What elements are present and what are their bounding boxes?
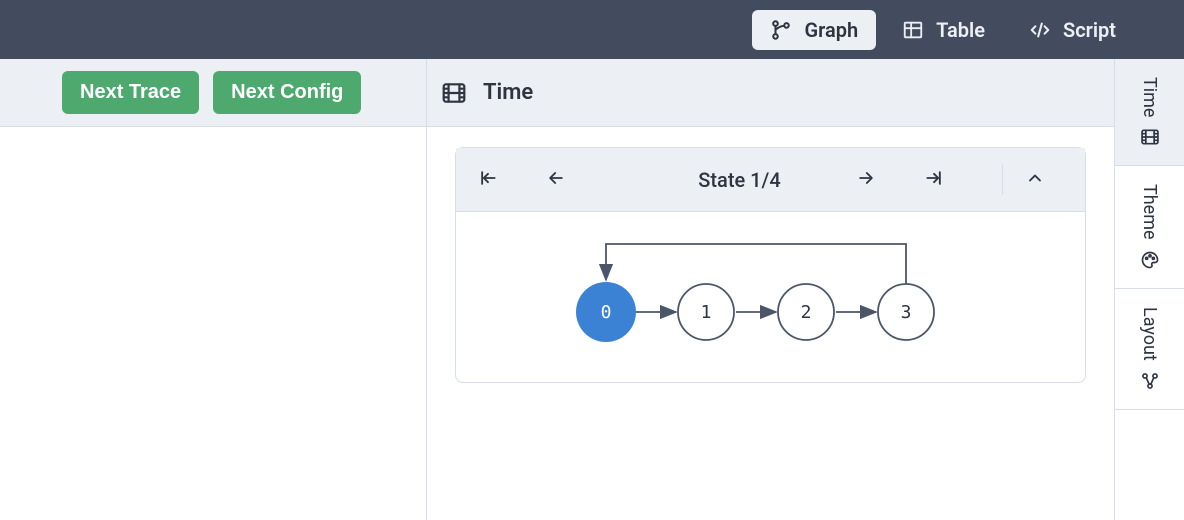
layout-icon (1140, 371, 1160, 391)
sidebar-tab-theme-label: Theme (1139, 184, 1160, 240)
sidebar-tab-theme[interactable]: Theme (1115, 166, 1184, 289)
sidebar-tab-time[interactable]: Time (1115, 59, 1184, 166)
left-body (0, 127, 426, 520)
collapse-section (1002, 164, 1067, 195)
top-bar: Graph Table Script (0, 0, 1184, 59)
state-node-0-label: 0 (600, 302, 611, 323)
film-icon (1140, 127, 1160, 147)
state-node-2-label: 2 (800, 302, 811, 323)
panel-header: Time (427, 59, 1114, 127)
skip-forward-icon (924, 168, 944, 191)
middle-column: Time (426, 59, 1114, 520)
tab-graph-label: Graph (804, 18, 858, 42)
tab-script[interactable]: Script (1011, 10, 1134, 50)
state-card: State 1/4 (455, 147, 1086, 383)
skip-back-icon (478, 168, 498, 191)
collapse-button[interactable] (1021, 164, 1049, 195)
state-node-3-label: 3 (900, 302, 911, 323)
tab-table[interactable]: Table (884, 10, 1003, 50)
panel-body: State 1/4 (427, 127, 1114, 520)
table-icon (902, 19, 924, 41)
panel-title: Time (483, 80, 533, 105)
next-config-button[interactable]: Next Config (213, 71, 361, 114)
code-icon (1029, 19, 1051, 41)
next-state-button[interactable] (852, 164, 880, 195)
state-viz: 0 1 2 3 (456, 212, 1085, 382)
left-toolbar: Next Trace Next Config (0, 59, 426, 127)
next-trace-button[interactable]: Next Trace (62, 71, 199, 114)
last-state-button[interactable] (920, 164, 948, 195)
git-branch-icon (770, 19, 792, 41)
prev-state-button[interactable] (542, 164, 570, 195)
content-area: Next Trace Next Config Time (0, 59, 1184, 520)
left-column: Next Trace Next Config (0, 59, 426, 520)
state-graph: 0 1 2 3 (571, 232, 971, 352)
sidebar-tab-layout[interactable]: Layout (1115, 289, 1184, 410)
palette-icon (1140, 250, 1160, 270)
tab-graph[interactable]: Graph (752, 10, 876, 50)
first-state-button[interactable] (474, 164, 502, 195)
tab-table-label: Table (936, 18, 985, 42)
sidebar-tab-layout-label: Layout (1139, 307, 1160, 361)
state-controls: State 1/4 (456, 148, 1085, 212)
state-nav-left (456, 164, 570, 195)
tab-script-label: Script (1063, 18, 1116, 42)
arrow-right-icon (856, 168, 876, 191)
state-node-1-label: 1 (700, 302, 711, 323)
arrow-left-icon (546, 168, 566, 191)
state-nav-right (852, 164, 1085, 195)
film-icon (441, 80, 467, 106)
sidebar-tab-time-label: Time (1139, 77, 1160, 117)
chevron-up-icon (1025, 168, 1045, 191)
right-sidebar: Time Theme Layout (1114, 59, 1184, 520)
